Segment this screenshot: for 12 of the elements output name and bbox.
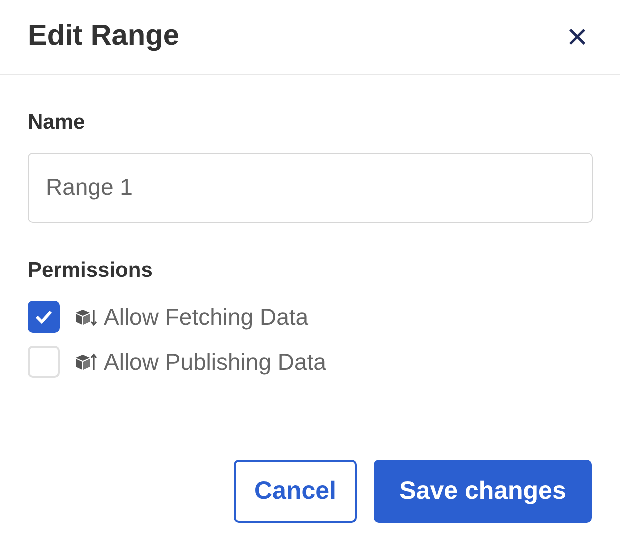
- name-input-field[interactable]: Range 1: [28, 152, 593, 222]
- close-button[interactable]: ×: [562, 19, 592, 55]
- checkbox[interactable]: [28, 346, 60, 378]
- check-icon: [35, 310, 53, 324]
- permission-label: Allow Publishing Data: [104, 348, 326, 377]
- permission-label: Allow Fetching Data: [104, 303, 309, 332]
- field-label: Name: [28, 110, 86, 136]
- cancel-button[interactable]: Cancel: [234, 460, 357, 523]
- save-button[interactable]: Save changes: [374, 460, 592, 523]
- dialog-title: Edit Range: [28, 19, 180, 54]
- section-label: Permissions: [28, 258, 154, 284]
- checkbox[interactable]: [28, 301, 60, 334]
